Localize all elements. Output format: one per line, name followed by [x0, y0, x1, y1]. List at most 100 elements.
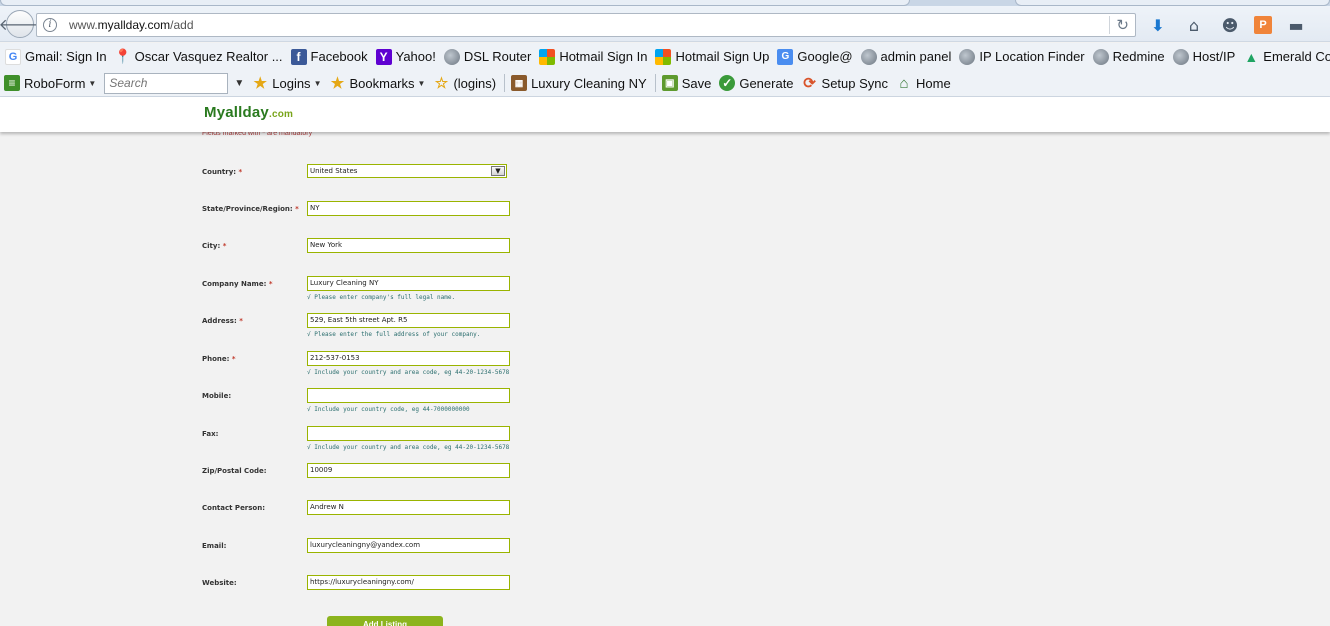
passcard-icon: ▦	[511, 75, 528, 91]
globe-icon	[1172, 48, 1189, 65]
folder-icon[interactable]: ▬	[1284, 14, 1308, 36]
back-button[interactable]: 🡐	[0, 10, 41, 38]
roboform-icon: ≡	[4, 75, 20, 91]
fax-input[interactable]	[307, 426, 510, 441]
bookmark-item[interactable]: Hotmail Sign In	[539, 48, 647, 65]
city-input[interactable]: New York	[307, 238, 510, 253]
pocket-icon[interactable]: P	[1254, 16, 1272, 34]
home-button[interactable]: ⌂ Home	[896, 75, 951, 92]
sync-icon: ⟳	[803, 75, 816, 92]
chat-icon[interactable]: ☻	[1218, 14, 1242, 36]
globe-icon	[1092, 48, 1109, 65]
fax-hint: √ Include your country and area code, eg…	[307, 444, 510, 451]
logins-menu[interactable]: ★ Logins ▼	[252, 75, 322, 92]
mobile-label: Mobile:	[202, 392, 232, 400]
email-input[interactable]: luxurycleaningny@yandex.com	[307, 538, 510, 553]
bookmark-label: IP Location Finder	[979, 49, 1085, 64]
star-icon: ★	[330, 75, 345, 92]
zip-label: Zip/Postal Code:	[202, 467, 267, 475]
toolbar-separator	[504, 74, 506, 92]
reload-icon[interactable]: ↻	[1109, 16, 1129, 34]
bookmark-label: Oscar Vasquez Realtor ...	[134, 49, 283, 64]
logins-link[interactable]: ☆ (logins)	[433, 75, 496, 92]
save-button[interactable]: ▣ Save	[661, 75, 711, 91]
site-logo[interactable]: Myallday.com	[204, 104, 293, 121]
search-dropdown[interactable]: ▼	[234, 78, 244, 89]
navigation-bar: 🡐 i www.myallday.com/add ↻ ⬇ ⌂ ☻ P ▬	[0, 6, 1330, 42]
star-outline-icon: ☆	[434, 75, 449, 92]
roboform-menu[interactable]: ≡ RoboForm ▼	[4, 75, 96, 91]
mobile-hint: √ Include your country code, eg 44-70000…	[307, 406, 470, 413]
website-input[interactable]: https://luxurycleaningny.com/	[307, 575, 510, 590]
download-icon[interactable]: ⬇	[1146, 14, 1170, 36]
google-translate-icon: G	[777, 48, 794, 65]
country-label: Country: *	[202, 168, 243, 176]
bookmark-item[interactable]: Y Yahoo!	[375, 48, 436, 65]
bookmark-label: Emerald Connect Mast...	[1263, 49, 1330, 64]
company-name-input[interactable]: Luxury Cleaning NY	[307, 276, 510, 291]
bookmarks-menu[interactable]: ★ Bookmarks ▼	[329, 75, 426, 92]
globe-icon	[443, 48, 460, 65]
bookmark-item[interactable]: G Gmail: Sign In	[5, 48, 107, 65]
phone-hint: √ Include your country and area code, eg…	[307, 369, 510, 376]
yahoo-icon: Y	[375, 48, 392, 65]
bookmark-label: admin panel	[880, 49, 952, 64]
mobile-input[interactable]	[307, 388, 510, 403]
generate-icon: ✓	[719, 75, 736, 91]
bookmark-item[interactable]: admin panel	[860, 48, 952, 65]
zip-input[interactable]: 10009	[307, 463, 510, 478]
roboform-search-input[interactable]	[104, 72, 229, 94]
state-label: State/Province/Region: *	[202, 205, 299, 213]
globe-icon	[860, 48, 877, 65]
luxury-cleaning-login[interactable]: ▦ Luxury Cleaning NY	[511, 75, 647, 91]
bookmark-item[interactable]: Hotmail Sign Up	[655, 48, 770, 65]
country-select[interactable]: United States ▼	[307, 164, 507, 178]
map-pin-icon: 📍	[113, 48, 132, 64]
website-label: Website:	[202, 579, 237, 587]
site-header: Myallday.com	[0, 97, 1330, 132]
google-drive-icon: ▲	[1244, 48, 1259, 65]
email-label: Email:	[202, 542, 227, 550]
bookmark-label: Facebook	[310, 49, 368, 64]
bookmark-item[interactable]: f Facebook	[290, 48, 368, 65]
bookmark-item[interactable]: Host/IP	[1172, 48, 1236, 65]
site-info-icon[interactable]: i	[43, 18, 57, 32]
bookmark-label: Gmail: Sign In	[25, 49, 107, 64]
bookmark-item[interactable]: DSL Router	[443, 48, 532, 65]
bookmark-label: DSL Router	[463, 49, 532, 64]
url-bar[interactable]: i www.myallday.com/add ↻	[36, 13, 1136, 37]
bookmark-item[interactable]: 📍 Oscar Vasquez Realtor ...	[113, 48, 283, 65]
bookmark-item[interactable]: G Google@	[777, 48, 853, 65]
bookmark-item[interactable]: IP Location Finder	[959, 48, 1085, 65]
contact-label: Contact Person:	[202, 504, 266, 512]
contact-person-input[interactable]: Andrew N	[307, 500, 510, 515]
phone-label: Phone: *	[202, 355, 236, 363]
bookmarks-bar: G Gmail: Sign In 📍 Oscar Vasquez Realtor ..…	[0, 43, 1330, 70]
address-hint: √ Please enter the full address of your …	[307, 331, 481, 338]
bookmark-label: Hotmail Sign Up	[675, 49, 770, 64]
bookmark-item[interactable]: Redmine	[1092, 48, 1165, 65]
bookmark-label: Redmine	[1112, 49, 1165, 64]
address-input[interactable]: 529, East 5th street Apt. R5	[307, 313, 510, 328]
microsoft-icon	[655, 48, 672, 65]
bookmark-item[interactable]: ▲ Emerald Connect Mast...	[1243, 49, 1330, 65]
toolbar-separator	[654, 74, 656, 92]
setup-sync-button[interactable]: ⟳ Setup Sync	[802, 75, 888, 92]
fax-label: Fax:	[202, 430, 219, 438]
nav-toolbar-icons: ⬇ ⌂ ☻ P ▬	[1146, 14, 1308, 36]
city-label: City: *	[202, 242, 227, 250]
add-listing-button[interactable]: Add Listing	[327, 616, 443, 626]
bookmark-label: Google@	[797, 49, 853, 64]
microsoft-icon	[539, 48, 556, 65]
state-input[interactable]: NY	[307, 201, 510, 216]
roboform-toolbar: ≡RoboForm▼ ▼ ★Logins▼ ★Bookmarks▼ ☆(logi…	[0, 70, 1330, 97]
chevron-down-icon[interactable]: ▼	[491, 166, 505, 176]
phone-input[interactable]: 212-537-0153	[307, 351, 510, 366]
save-icon: ▣	[661, 75, 678, 91]
facebook-icon: f	[290, 48, 307, 65]
generate-button[interactable]: ✓ Generate	[719, 75, 794, 91]
company-hint: √ Please enter company's full legal name…	[307, 294, 456, 301]
url-text: www.myallday.com/add	[69, 18, 194, 32]
home-icon[interactable]: ⌂	[1182, 14, 1206, 36]
bookmark-label: Host/IP	[1192, 49, 1236, 64]
